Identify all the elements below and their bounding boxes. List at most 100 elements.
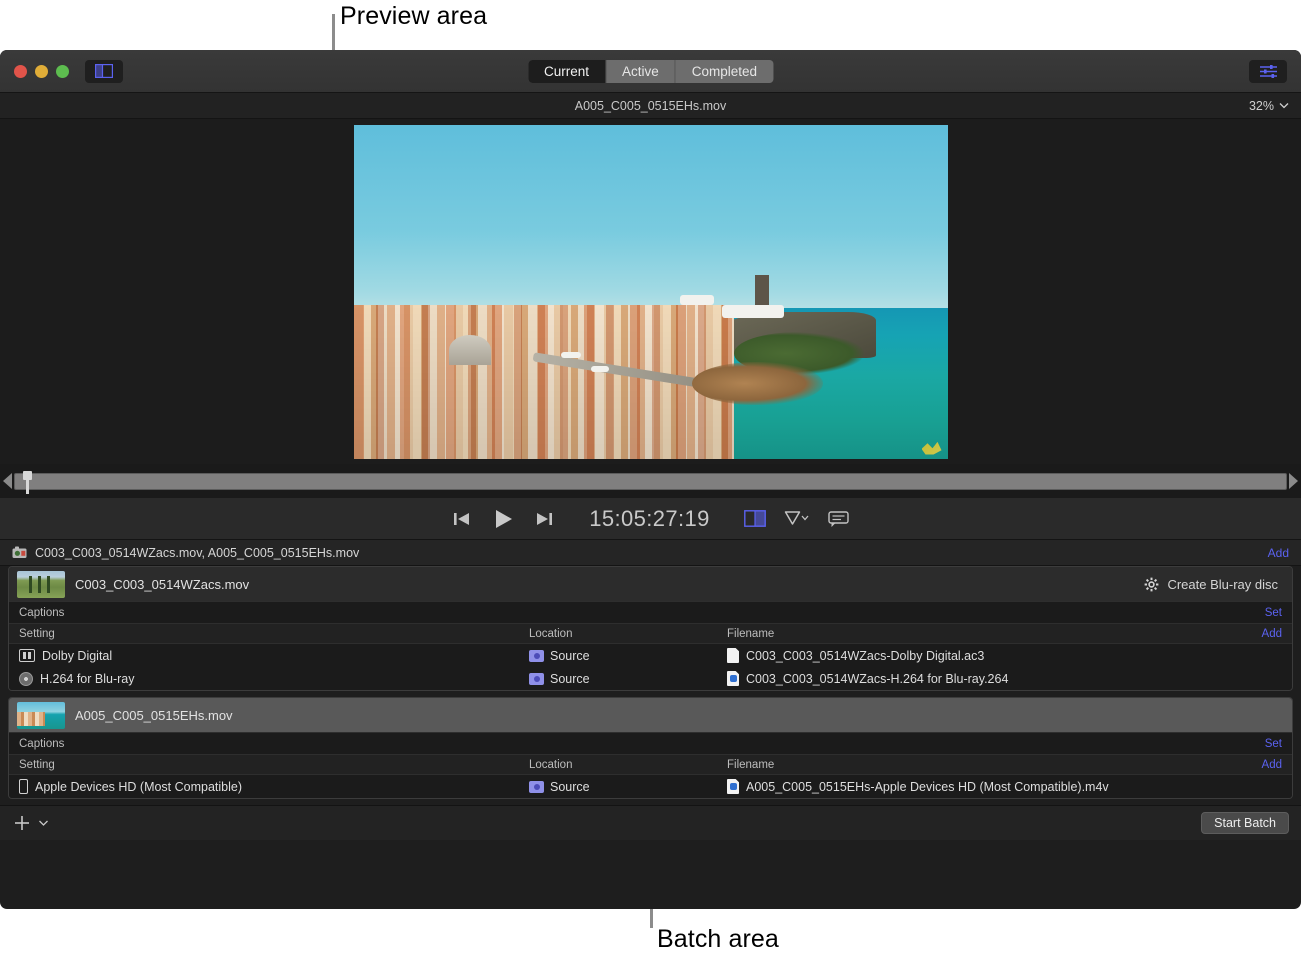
outputs-add-link[interactable]: Add: [1262, 628, 1292, 640]
output-filename-label: C003_C003_0514WZacs-H.264 for Blu-ray.26…: [746, 672, 1008, 686]
folder-icon: [529, 650, 544, 662]
column-setting: Setting: [9, 628, 529, 640]
output-columns-header: Setting Location Filename Add: [9, 623, 1292, 644]
output-location-label: Source: [550, 649, 590, 663]
output-location-label: Source: [550, 780, 590, 794]
start-batch-button[interactable]: Start Batch: [1201, 812, 1289, 834]
split-view-button[interactable]: [744, 510, 766, 527]
caption-balloon-icon: [828, 510, 850, 528]
skip-to-start-icon: [451, 509, 473, 529]
tab-completed[interactable]: Completed: [676, 60, 773, 83]
zoom-control[interactable]: 32%: [1249, 99, 1289, 113]
output-setting-label: Apple Devices HD (Most Compatible): [35, 780, 242, 794]
job-action[interactable]: Create Blu-ray disc: [1144, 577, 1284, 592]
preview-filename: A005_C005_0515EHs.mov: [575, 99, 727, 113]
output-row[interactable]: Dolby Digital Source C003_C003_0514WZacs…: [9, 644, 1292, 667]
marker-menu-button[interactable]: [784, 510, 810, 527]
folder-icon: [529, 781, 544, 793]
view-mode-tabs[interactable]: Current Active Completed: [528, 60, 773, 83]
job-thumbnail: [17, 571, 65, 598]
captions-row: Captions Set: [9, 601, 1292, 623]
timeline-scrubber-wrap: [0, 464, 1301, 498]
job-header[interactable]: C003_C003_0514WZacs.mov: [9, 567, 1292, 601]
job-thumbnail: [17, 702, 65, 729]
job-action-label: Create Blu-ray disc: [1167, 577, 1278, 592]
timecode-display[interactable]: 15:05:27:19: [589, 506, 710, 532]
output-location-cell[interactable]: Source: [529, 672, 727, 686]
timeline-scrubber[interactable]: [14, 473, 1287, 490]
split-view-icon: [744, 510, 766, 527]
marker-shield-icon: [785, 512, 799, 524]
output-location-cell[interactable]: Source: [529, 649, 727, 663]
preview-filename-bar: A005_C005_0515EHs.mov 32%: [0, 93, 1301, 119]
output-filename-cell[interactable]: A005_C005_0515EHs-Apple Devices HD (Most…: [727, 779, 1292, 794]
tab-current[interactable]: Current: [528, 60, 606, 83]
skip-to-end-button[interactable]: [533, 509, 555, 529]
batch-job: A005_C005_0515EHs.mov Captions Set Setti…: [8, 697, 1293, 799]
zoom-level-value: 32%: [1249, 99, 1274, 113]
range-start-marker[interactable]: [3, 473, 12, 489]
preview-video-frame[interactable]: [354, 125, 948, 459]
output-setting-cell: H.264 for Blu-ray: [9, 672, 529, 686]
output-filename-cell[interactable]: C003_C003_0514WZacs-Dolby Digital.ac3: [727, 648, 1292, 663]
tab-active[interactable]: Active: [606, 60, 676, 83]
output-setting-label: Dolby Digital: [42, 649, 112, 663]
chevron-down-icon: [38, 819, 49, 827]
sidebar-toggle-button[interactable]: [85, 60, 123, 83]
job-filename: A005_C005_0515EHs.mov: [75, 708, 233, 723]
output-setting-cell: Dolby Digital: [9, 649, 529, 663]
skip-to-start-button[interactable]: [451, 509, 473, 529]
captions-set-link[interactable]: Set: [1265, 607, 1282, 619]
output-location-cell[interactable]: Source: [529, 780, 727, 794]
job-filename: C003_C003_0514WZacs.mov: [75, 577, 249, 592]
job-header[interactable]: A005_C005_0515EHs.mov: [9, 698, 1292, 732]
column-setting: Setting: [9, 759, 529, 771]
chevron-down-icon: [1279, 102, 1289, 109]
batch-add-link[interactable]: Add: [1268, 546, 1289, 560]
close-button[interactable]: [14, 65, 27, 78]
chevron-down-icon: [802, 516, 808, 520]
outputs-add-link[interactable]: Add: [1262, 759, 1292, 771]
output-setting-label: H.264 for Blu-ray: [40, 672, 134, 686]
preview-boat: [722, 305, 784, 318]
captions-row: Captions Set: [9, 732, 1292, 754]
preview-boat: [561, 352, 581, 358]
sidebar-panel-icon: [95, 64, 113, 78]
callout-batch-area-label: Batch area: [657, 925, 779, 954]
play-icon: [491, 508, 515, 530]
play-button[interactable]: [491, 508, 515, 530]
preview-breakwater-rocks: [692, 362, 823, 405]
output-filename-label: C003_C003_0514WZacs-Dolby Digital.ac3: [746, 649, 984, 663]
add-batch-item-button[interactable]: [12, 813, 49, 833]
batch-bottom-toolbar: Start Batch: [0, 805, 1301, 840]
device-icon: [19, 779, 28, 794]
captions-set-link[interactable]: Set: [1265, 738, 1282, 750]
range-end-marker[interactable]: [1289, 473, 1298, 489]
preview-area: [0, 119, 1301, 464]
minimize-button[interactable]: [35, 65, 48, 78]
output-filename-cell[interactable]: C003_C003_0514WZacs-H.264 for Blu-ray.26…: [727, 671, 1292, 686]
media-document-icon: [727, 779, 739, 794]
inspector-toggle-button[interactable]: [1249, 60, 1287, 83]
preview-sky: [354, 125, 948, 319]
window-titlebar: Current Active Completed: [0, 50, 1301, 93]
output-filename-label: A005_C005_0515EHs-Apple Devices HD (Most…: [746, 780, 1109, 794]
batch-job: C003_C003_0514WZacs.mov: [8, 566, 1293, 691]
preview-church-dome: [449, 335, 491, 365]
playhead-handle[interactable]: [23, 471, 32, 494]
disc-icon: [19, 672, 33, 686]
output-row[interactable]: H.264 for Blu-ray Source C003_C003_0514W…: [9, 667, 1292, 690]
captions-button[interactable]: [828, 510, 850, 528]
captions-label: Captions: [19, 607, 64, 619]
gear-icon: [1144, 577, 1159, 592]
window-controls: [14, 65, 69, 78]
output-columns-header: Setting Location Filename Add: [9, 754, 1292, 775]
output-row[interactable]: Apple Devices HD (Most Compatible) Sourc…: [9, 775, 1292, 798]
plus-icon: [12, 813, 32, 833]
preview-boat: [591, 366, 609, 372]
maximize-button[interactable]: [56, 65, 69, 78]
column-location: Location: [529, 759, 727, 771]
column-filename: Filename: [727, 628, 1262, 640]
preview-boat: [680, 295, 714, 305]
sliders-icon: [1259, 64, 1278, 79]
